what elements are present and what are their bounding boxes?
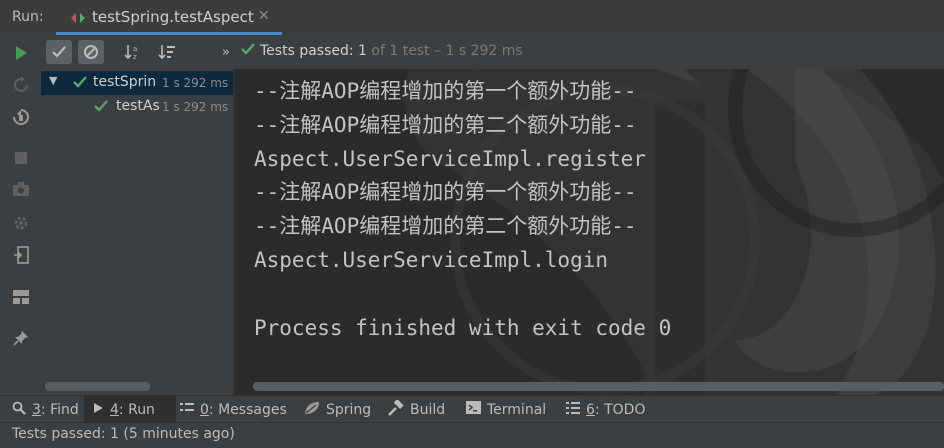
expand-arrow-icon[interactable]: ▼ [49, 74, 57, 87]
tab-test-aspect[interactable]: testSpring.testAspect ✕ [56, 0, 282, 35]
tool-tab-shortcut: 0 [200, 401, 209, 418]
todo-list-icon [566, 401, 580, 418]
console-line: Aspect.UserServiceImpl.register [254, 146, 646, 171]
tree-row-name: testAs [116, 98, 160, 114]
tool-tab-label: : Messages [208, 401, 287, 418]
status-bar: Tests passed: 1 (5 minutes ago) [0, 422, 944, 448]
test-status-message: Tests passed: 1 of 1 test – 1 s 292 ms [241, 43, 523, 59]
test-passed-icon [241, 43, 255, 55]
tool-tab-terminal[interactable]: Terminal [466, 396, 556, 423]
layout-icon[interactable] [10, 286, 32, 308]
console-line: Process finished with exit code 0 [254, 315, 672, 340]
console-horizontal-scrollbar[interactable] [253, 382, 944, 391]
tool-tab-label: : Run [118, 401, 155, 418]
sort-duration-icon [158, 45, 175, 60]
sort-alphabetically-button[interactable]: az [120, 40, 146, 64]
toggle-auto-test-icon[interactable] [10, 106, 32, 128]
run-icon [92, 402, 104, 418]
tool-tab-label: Build [410, 401, 446, 418]
stop-icon[interactable] [10, 147, 32, 169]
double-chevron-icon: » [222, 44, 230, 60]
tool-tab-messages[interactable]: 0: Messages [180, 396, 292, 423]
search-icon [12, 401, 26, 419]
tree-horizontal-scrollbar[interactable] [45, 382, 150, 391]
tool-tab-run[interactable]: 4: Run [84, 396, 176, 423]
junit-run-icon [71, 13, 85, 23]
exit-icon[interactable] [10, 244, 32, 266]
tool-tab-spring[interactable]: Spring [304, 396, 380, 423]
run-label: Run: [12, 9, 44, 25]
tree-row-test[interactable]: testAs 1 s 292 ms [41, 95, 233, 119]
camera-icon[interactable] [10, 178, 32, 200]
pin-icon[interactable] [10, 327, 32, 349]
bottom-tool-window-bar: 3: Find 4: Run 0: Messages Spring Build Termi… [0, 395, 944, 423]
console-line: --注解AOP编程增加的第一个额外功能-- [254, 79, 637, 103]
run-tool-window-header: Run: testSpring.testAspect ✕ [0, 0, 944, 35]
test-passed-icon [94, 100, 108, 112]
console-output[interactable]: --注解AOP编程增加的第一个额外功能-- --注解AOP编程增加的第二个额外功能… [235, 69, 944, 395]
show-passed-toggle[interactable] [46, 40, 72, 64]
tool-tab-find[interactable]: 3: Find [12, 396, 84, 423]
status-bar-text: Tests passed: 1 (5 minutes ago) [12, 426, 235, 442]
ignored-icon [84, 45, 98, 59]
sort-alpha-icon: az [124, 45, 137, 60]
tool-tab-label: : TODO [594, 401, 646, 418]
test-runner-toolbar: az » Tests passed: 1 of 1 test – 1 s 292… [41, 35, 944, 69]
tool-tab-shortcut: 6 [586, 401, 595, 418]
close-icon[interactable]: ✕ [258, 8, 270, 24]
sort-by-duration-button[interactable] [154, 40, 180, 64]
console-lines: --注解AOP编程增加的第一个额外功能-- --注解AOP编程增加的第二个额外功能… [254, 75, 671, 345]
settings-icon[interactable] [10, 212, 32, 234]
tool-tab-label: : Find [40, 401, 79, 418]
console-line: --注解AOP编程增加的第一个额外功能-- [254, 180, 637, 205]
left-toolbar [0, 35, 42, 395]
terminal-icon [466, 401, 481, 418]
tool-tab-label: Spring [326, 401, 372, 418]
messages-icon [180, 402, 194, 418]
tool-tab-todo[interactable]: 6: TODO [566, 396, 652, 423]
tool-tab-label: Terminal [487, 401, 547, 418]
tool-tab-build[interactable]: Build [388, 396, 458, 423]
show-ignored-toggle[interactable] [78, 40, 104, 64]
tab-title: testSpring.testAspect [92, 8, 254, 26]
status-detail: of 1 test – 1 s 292 ms [366, 43, 523, 59]
rerun-failed-icon[interactable] [10, 74, 32, 96]
checkmark-icon [52, 46, 66, 58]
console-line: --注解AOP编程增加的第二个额外功能-- [254, 112, 637, 137]
spring-leaf-icon [304, 401, 320, 419]
tree-row-duration: 1 s 292 ms [162, 76, 229, 90]
tree-row-name: testSprin [93, 74, 157, 90]
tool-tab-shortcut: 3 [32, 401, 41, 418]
console-line: --注解AOP编程增加的第二个额外功能-- [254, 214, 637, 239]
test-tree: ▼ testSprin 1 s 292 ms testAs 1 s 292 ms [41, 69, 235, 395]
test-passed-icon [73, 76, 87, 88]
run-icon[interactable] [10, 42, 32, 64]
more-actions-chevron[interactable]: » [213, 40, 239, 64]
tree-row-suite[interactable]: ▼ testSprin 1 s 292 ms [41, 71, 233, 95]
svg-text:a: a [133, 45, 137, 53]
status-passed-count: Tests passed: 1 [260, 43, 367, 59]
svg-text:z: z [133, 53, 137, 60]
hammer-icon [388, 398, 404, 420]
console-line: Aspect.UserServiceImpl.login [254, 247, 609, 272]
tool-tab-shortcut: 4 [110, 401, 119, 418]
tree-row-duration: 1 s 292 ms [162, 100, 229, 114]
